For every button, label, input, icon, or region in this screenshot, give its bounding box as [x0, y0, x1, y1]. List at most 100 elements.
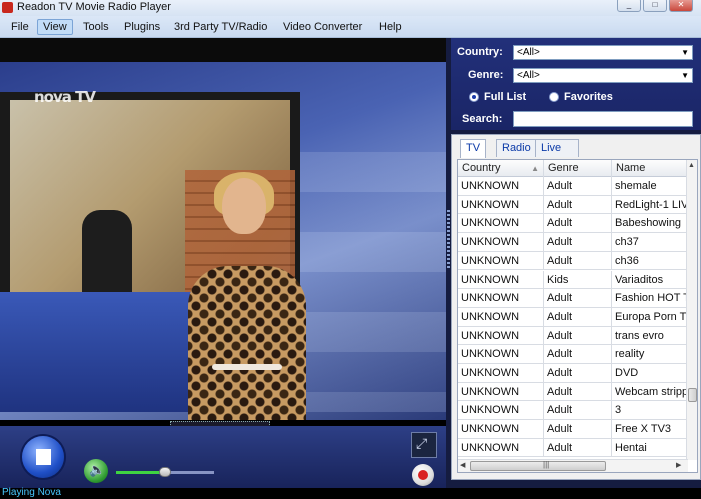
mute-button[interactable]: 🔈	[84, 459, 108, 483]
country-select[interactable]: <All> ▼	[513, 45, 693, 60]
cell-name: RedLight-1 LIV	[615, 198, 688, 211]
close-button[interactable]: ✕	[669, 0, 693, 12]
favorites-radio[interactable]	[549, 92, 559, 102]
country-label: Country:	[457, 46, 503, 58]
status-bar: Playing Nova	[0, 487, 701, 499]
scroll-up-icon[interactable]: ▲	[688, 162, 695, 169]
column-header-country-label: Country	[462, 162, 501, 174]
player-controls: 🔈 ⤢	[0, 426, 446, 488]
menu-view[interactable]: View	[37, 19, 73, 35]
menu-file[interactable]: File	[6, 19, 34, 35]
tab-radio[interactable]: Radio	[496, 139, 537, 157]
vertical-scrollbar[interactable]: ▲	[686, 160, 697, 460]
cell-genre: Adult	[544, 326, 612, 345]
record-button[interactable]	[412, 464, 434, 486]
cell-country: UNKNOWN	[458, 345, 544, 364]
presenter-head	[222, 178, 266, 234]
cell-country: UNKNOWN	[458, 214, 544, 233]
menu-video-converter[interactable]: Video Converter	[278, 19, 367, 35]
cell-name: trans evro	[615, 329, 664, 342]
table-row[interactable]: UNKNOWN Adult Free X TV3	[458, 420, 688, 439]
table-row[interactable]: UNKNOWN Adult trans evro	[458, 326, 688, 346]
cell-country: UNKNOWN	[458, 438, 544, 457]
menu-bar: File View Tools Plugins 3rd Party TV/Rad…	[0, 16, 701, 38]
table-row[interactable]: UNKNOWN Kids Variaditos	[458, 270, 688, 290]
full-list-radio[interactable]	[469, 92, 479, 102]
status-text: Playing Nova	[2, 487, 61, 498]
tab-live-sports[interactable]: Live Sports	[535, 139, 579, 171]
cell-name: 3	[615, 404, 622, 417]
search-input[interactable]	[513, 111, 693, 127]
table-row[interactable]: UNKNOWN Adult shemale	[458, 177, 688, 196]
fullscreen-button[interactable]: ⤢	[411, 432, 437, 458]
table-row[interactable]: UNKNOWN Adult 3	[458, 401, 688, 421]
table-row[interactable]: UNKNOWN Adult ch36	[458, 251, 688, 271]
table-row[interactable]: UNKNOWN Adult DVD	[458, 364, 688, 383]
table-row[interactable]: UNKNOWN Adult Webcam stripp	[458, 382, 688, 402]
channel-logo: nova TV	[34, 88, 96, 106]
table-row[interactable]: UNKNOWN Adult Europa Porn T	[458, 307, 688, 327]
menu-tools[interactable]: Tools	[78, 19, 114, 35]
table-row[interactable]: UNKNOWN Adult Fashion HOT T	[458, 289, 688, 308]
chevron-down-icon: ▼	[681, 48, 689, 57]
cell-name: Hentai	[615, 441, 647, 454]
filter-panel: Country: <All> ▼ Genre: <All> ▼ Full Lis…	[451, 38, 701, 130]
table-row[interactable]: UNKNOWN Adult Babeshowing	[458, 214, 688, 234]
cell-genre: Adult	[544, 364, 612, 382]
cell-name: Europa Porn T	[615, 310, 687, 323]
volume-thumb[interactable]	[159, 467, 171, 477]
channel-tab-panel: TV Radio Live Sports Country ▲ Genre Nam…	[451, 134, 701, 480]
cell-name: Babeshowing	[615, 217, 682, 230]
cell-country: UNKNOWN	[458, 364, 544, 382]
country-select-value: <All>	[517, 47, 540, 58]
cell-name: ch37	[615, 236, 639, 249]
cell-genre: Adult	[544, 233, 612, 252]
vertical-scroll-thumb[interactable]	[688, 388, 697, 402]
cell-country: UNKNOWN	[458, 307, 544, 326]
table-row[interactable]: UNKNOWN Adult ch37	[458, 233, 688, 252]
menu-3rd-party[interactable]: 3rd Party TV/Radio	[169, 19, 272, 35]
cell-country: UNKNOWN	[458, 401, 544, 420]
cell-genre: Adult	[544, 420, 612, 439]
speaker-icon: 🔈	[89, 462, 106, 477]
scroll-right-icon[interactable]: ▶	[676, 461, 681, 469]
full-list-label: Full List	[484, 91, 527, 103]
cell-country: UNKNOWN	[458, 233, 544, 252]
menu-help[interactable]: Help	[374, 19, 407, 35]
search-label: Search:	[462, 113, 503, 125]
cell-name: ch36	[615, 254, 639, 267]
minimize-button[interactable]: _	[617, 0, 641, 12]
column-header-name[interactable]: Name	[612, 160, 688, 177]
grip-icon: |||	[543, 460, 550, 469]
stop-button[interactable]	[22, 436, 64, 478]
column-header-country[interactable]: Country ▲	[458, 160, 544, 177]
table-row[interactable]: UNKNOWN Adult reality	[458, 345, 688, 364]
table-row[interactable]: UNKNOWN Adult RedLight-1 LIV	[458, 195, 688, 215]
horizontal-scroll-thumb[interactable]: |||	[470, 460, 606, 471]
cell-genre: Adult	[544, 401, 612, 420]
cell-name: Variaditos	[615, 273, 664, 286]
video-viewport[interactable]: nova TV	[0, 38, 446, 420]
volume-slider[interactable]	[116, 467, 214, 477]
table-row[interactable]: UNKNOWN Adult Hentai	[458, 438, 688, 458]
window-title: Readon TV Movie Radio Player	[17, 1, 171, 13]
scroll-left-icon[interactable]: ◀	[460, 461, 465, 469]
cell-genre: Adult	[544, 251, 612, 270]
cell-genre: Adult	[544, 307, 612, 326]
maximize-button[interactable]: □	[643, 0, 667, 12]
cell-genre: Adult	[544, 195, 612, 214]
cell-genre: Adult	[544, 382, 612, 401]
cell-name: shemale	[615, 180, 657, 192]
column-header-genre[interactable]: Genre	[544, 160, 612, 177]
app-icon	[2, 2, 13, 13]
stop-icon	[36, 449, 51, 465]
cell-country: UNKNOWN	[458, 270, 544, 289]
genre-select-value: <All>	[517, 70, 540, 81]
menu-plugins[interactable]: Plugins	[119, 19, 165, 35]
chevron-down-icon: ▼	[681, 71, 689, 80]
bottom-splitter[interactable]	[451, 480, 701, 488]
horizontal-scrollbar[interactable]: ◀ ||| ▶	[458, 459, 688, 472]
tab-tv[interactable]: TV	[460, 139, 487, 158]
genre-select[interactable]: <All> ▼	[513, 68, 693, 83]
vertical-splitter-grip[interactable]	[447, 210, 450, 270]
